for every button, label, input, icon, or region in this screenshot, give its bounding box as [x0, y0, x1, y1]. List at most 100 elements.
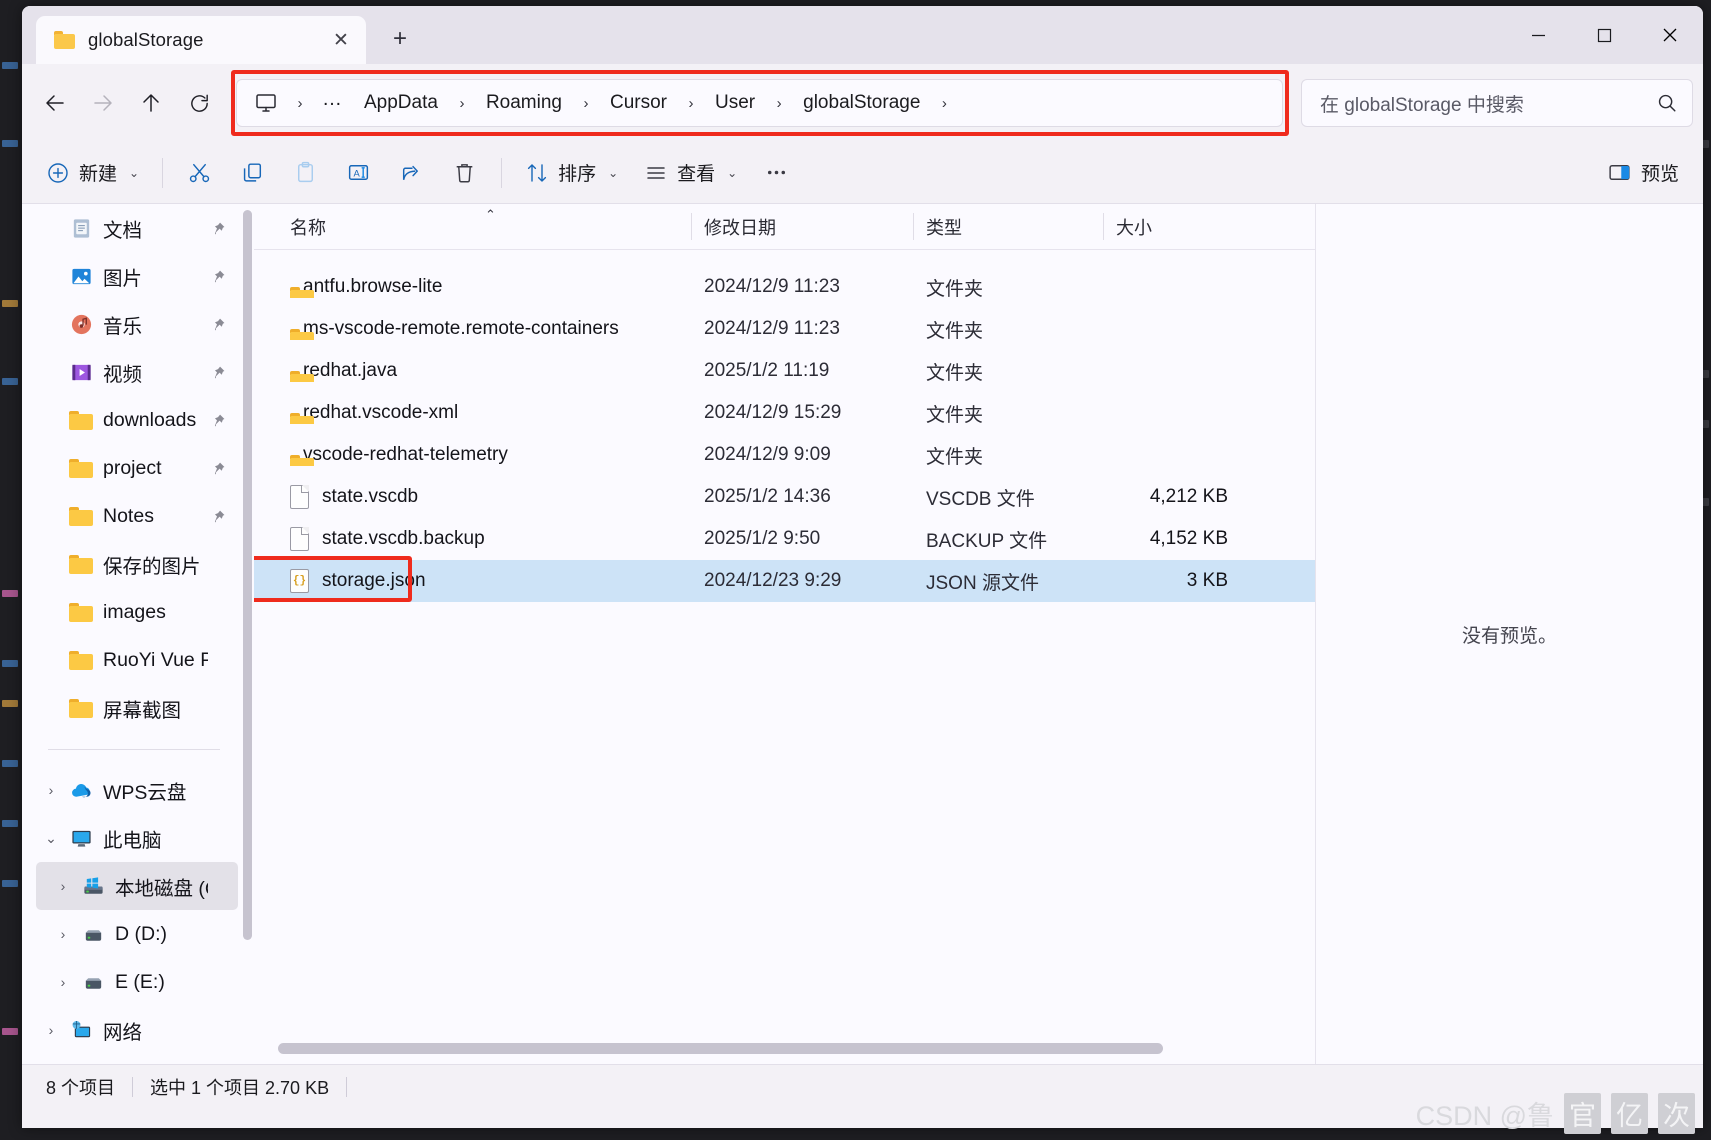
- file-list[interactable]: antfu.browse-lite 2024/12/9 11:23 文件夹 ms…: [254, 250, 1315, 1064]
- sidebar-item-label: 图片: [103, 267, 143, 290]
- sidebar-item-drive-d[interactable]: › D (D:): [36, 910, 238, 958]
- close-icon[interactable]: ✕: [326, 25, 356, 55]
- breadcrumb-appdata[interactable]: AppData: [353, 85, 449, 121]
- sidebar-item-ruoyi-vue-plus[interactable]: RuoYi Vue Plus: [36, 636, 238, 684]
- chevron-right-icon[interactable]: ›: [48, 974, 78, 990]
- table-row[interactable]: vscode-redhat-telemetry 2024/12/9 9:09 文…: [254, 434, 1315, 476]
- table-row[interactable]: antfu.browse-lite 2024/12/9 11:23 文件夹: [254, 266, 1315, 308]
- up-button[interactable]: [128, 80, 174, 126]
- breadcrumb-user[interactable]: User: [704, 85, 766, 121]
- pin-icon[interactable]: [208, 461, 228, 476]
- column-header-type[interactable]: 类型: [914, 204, 1104, 249]
- this-pc-icon[interactable]: [245, 83, 287, 123]
- sidebar-item-saved-pictures[interactable]: 保存的图片: [36, 540, 238, 588]
- breadcrumb-globalstorage[interactable]: globalStorage: [792, 85, 931, 121]
- breadcrumb-overflow[interactable]: …: [313, 84, 353, 122]
- column-header-date[interactable]: 修改日期: [692, 204, 914, 249]
- plus-circle-icon: [48, 162, 68, 183]
- breadcrumb-cursor[interactable]: Cursor: [599, 85, 678, 121]
- sidebar-item-this-pc[interactable]: ⌄ 此电脑: [36, 814, 238, 862]
- cut-button[interactable]: [174, 150, 225, 196]
- chevron-right-icon[interactable]: ›: [48, 878, 78, 894]
- file-list-scrollbar-thumb[interactable]: [278, 1043, 1163, 1054]
- sidebar-item-downloads[interactable]: downloads: [36, 396, 238, 444]
- copy-button[interactable]: [227, 150, 278, 196]
- rename-button[interactable]: A: [333, 150, 384, 196]
- file-name: vscode-redhat-telemetry: [303, 444, 508, 465]
- ellipsis-icon: [768, 170, 786, 175]
- sidebar-item-notes[interactable]: Notes: [36, 492, 238, 540]
- breadcrumb-separator[interactable]: ›: [287, 85, 313, 121]
- table-row[interactable]: redhat.java 2025/1/2 11:19 文件夹: [254, 350, 1315, 392]
- pin-icon[interactable]: [208, 365, 228, 380]
- sidebar-item-drive-e[interactable]: › E (E:): [36, 958, 238, 1006]
- sidebar-item-project[interactable]: project: [36, 444, 238, 492]
- sidebar-item-linux[interactable]: › Linux: [36, 1054, 238, 1064]
- breadcrumb-separator[interactable]: ›: [449, 85, 475, 121]
- sidebar-item-network[interactable]: › 网络: [36, 1006, 238, 1054]
- breadcrumb-separator[interactable]: ›: [678, 85, 704, 121]
- refresh-button[interactable]: [176, 80, 222, 126]
- close-button[interactable]: [1637, 6, 1703, 64]
- view-button-label: 查看: [677, 164, 716, 185]
- paste-button[interactable]: [280, 150, 331, 196]
- minimize-icon: [1531, 34, 1545, 36]
- column-header-size[interactable]: 大小: [1104, 204, 1240, 249]
- file-list-horizontal-scrollbar[interactable]: [278, 1043, 1307, 1054]
- file-date: 2024/12/9 15:29: [704, 402, 842, 423]
- table-row[interactable]: state.vscdb.backup 2025/1/2 9:50 BACKUP …: [254, 518, 1315, 560]
- folder-icon: [66, 554, 96, 574]
- sidebar-item-local-disk-c[interactable]: › 本地磁盘 (C:): [36, 862, 238, 910]
- breadcrumb-roaming[interactable]: Roaming: [475, 85, 573, 121]
- chevron-right-icon[interactable]: ›: [36, 782, 66, 798]
- sidebar-item-wps-cloud[interactable]: › WPS云盘: [36, 766, 238, 814]
- sidebar-item-screenshots[interactable]: 屏幕截图: [36, 684, 238, 732]
- sidebar-scrollbar-thumb[interactable]: [243, 210, 252, 940]
- back-button[interactable]: [32, 80, 78, 126]
- table-row-selected[interactable]: {} storage.json 2024/12/23 9:29 JSON 源文件…: [254, 556, 1315, 602]
- delete-button[interactable]: [439, 150, 490, 196]
- view-button[interactable]: 查看 ⌄: [632, 150, 749, 196]
- sidebar-item-images[interactable]: images: [36, 588, 238, 636]
- file-name-cell: state.vscdb.backup: [278, 527, 692, 551]
- search-icon[interactable]: [1656, 92, 1678, 114]
- sidebar-scrollbar[interactable]: [243, 210, 252, 950]
- sidebar-item-documents[interactable]: 文档: [36, 204, 238, 252]
- new-button[interactable]: 新建 ⌄: [34, 150, 151, 196]
- minimize-button[interactable]: [1505, 6, 1571, 64]
- sort-button[interactable]: 排序 ⌄: [513, 150, 630, 196]
- more-options-button[interactable]: [751, 150, 802, 196]
- pin-icon[interactable]: [208, 269, 228, 284]
- pin-icon[interactable]: [208, 509, 228, 524]
- table-row[interactable]: ms-vscode-remote.remote-containers 2024/…: [254, 308, 1315, 350]
- table-row[interactable]: redhat.vscode-xml 2024/12/9 15:29 文件夹: [254, 392, 1315, 434]
- sidebar-item-pictures[interactable]: 图片: [36, 252, 238, 300]
- sidebar-item-music[interactable]: 音乐: [36, 300, 238, 348]
- search-input[interactable]: 在 globalStorage 中搜索: [1301, 79, 1693, 127]
- maximize-button[interactable]: [1571, 6, 1637, 64]
- table-row[interactable]: state.vscdb 2025/1/2 14:36 VSCDB 文件 4,21…: [254, 476, 1315, 518]
- chevron-down-icon[interactable]: ⌄: [36, 830, 66, 847]
- file-size: 4,212 KB: [1149, 486, 1228, 507]
- breadcrumb-separator[interactable]: ›: [573, 85, 599, 121]
- file-type: 文件夹: [926, 446, 984, 468]
- chevron-right-icon[interactable]: ›: [48, 926, 78, 942]
- sidebar-item-label: project: [103, 456, 162, 479]
- chevron-right-icon[interactable]: ›: [36, 1022, 66, 1038]
- breadcrumb-separator[interactable]: ›: [766, 85, 792, 121]
- tab-globalstorage[interactable]: globalStorage ✕: [36, 16, 366, 64]
- sidebar-item-label: D (D:): [115, 922, 167, 945]
- address-bar[interactable]: › … AppData › Roaming › Cursor › User › …: [236, 79, 1283, 127]
- pin-icon[interactable]: [208, 317, 228, 332]
- pin-icon[interactable]: [208, 221, 228, 236]
- pin-icon[interactable]: [208, 413, 228, 428]
- file-name-cell: antfu.browse-lite: [278, 276, 692, 298]
- new-tab-button[interactable]: +: [380, 19, 420, 59]
- breadcrumb-separator-last[interactable]: ›: [931, 85, 957, 121]
- share-button[interactable]: [386, 150, 437, 196]
- column-header-name[interactable]: 名称 ⌃: [278, 204, 692, 249]
- sidebar-item-videos[interactable]: 视频: [36, 348, 238, 396]
- forward-button[interactable]: [80, 80, 126, 126]
- preview-button[interactable]: 预览: [1595, 150, 1691, 196]
- file-name-cell: ms-vscode-remote.remote-containers: [278, 318, 692, 340]
